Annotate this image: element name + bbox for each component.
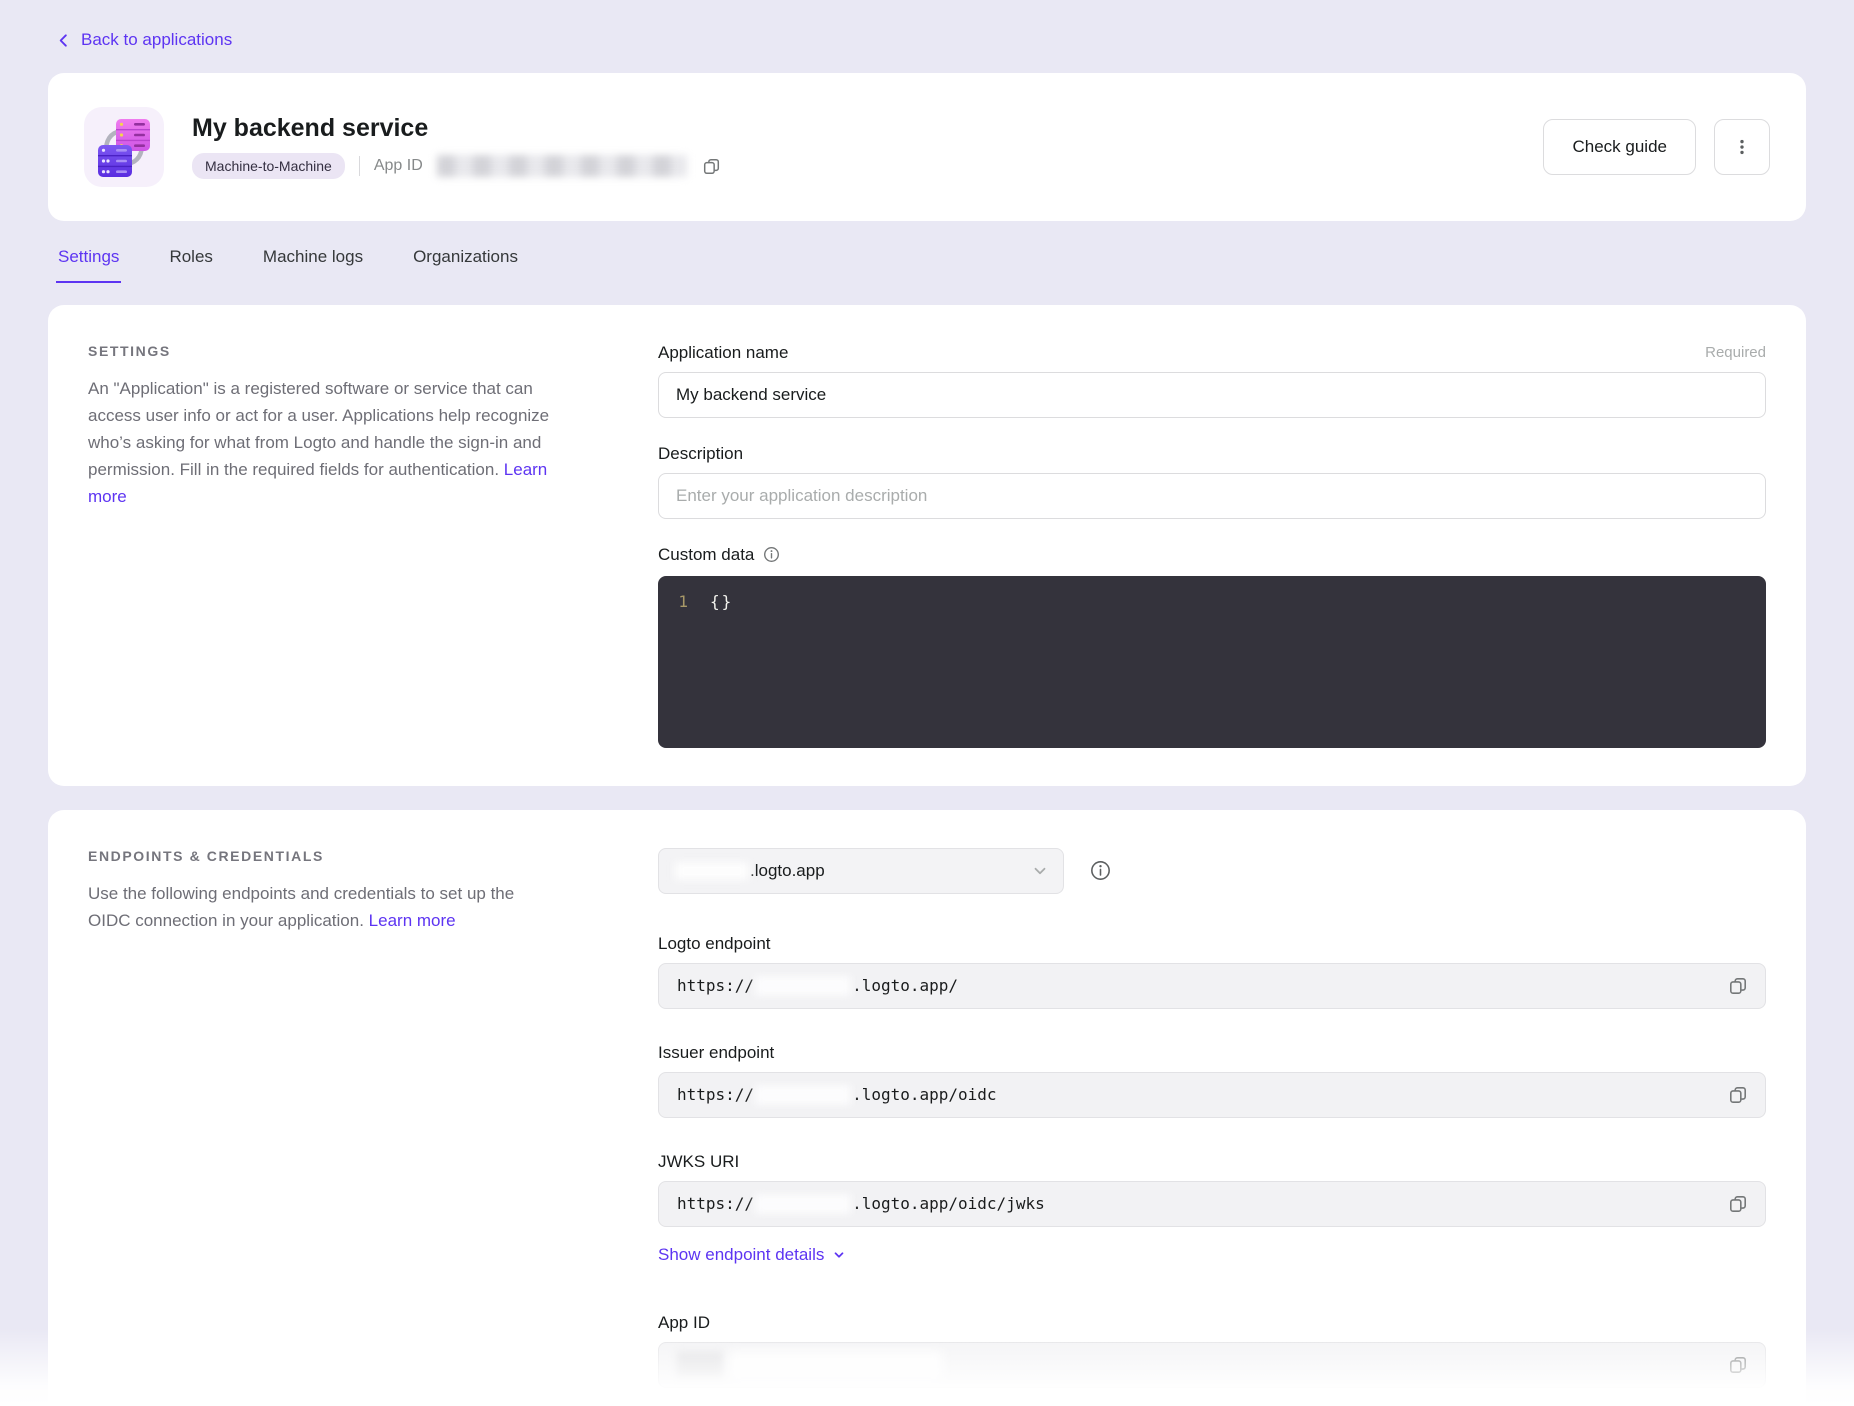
app-type-badge: Machine-to-Machine [192,153,345,179]
application-name-label: Application name [658,343,788,363]
app-id-field-label: App ID [658,1313,1766,1333]
copy-logto-endpoint-button[interactable] [1727,975,1749,997]
endpoint-suffix: .logto.app/ [852,976,958,995]
endpoints-section-card: ENDPOINTS & CREDENTIALS Use the followin… [48,810,1806,1406]
chevron-down-icon [1031,862,1049,880]
endpoints-section-heading: ENDPOINTS & CREDENTIALS [88,848,558,864]
header-actions: Check guide [1543,119,1770,175]
machine-to-machine-app-icon [84,107,164,187]
settings-section-intro: SETTINGS An "Application" is a registere… [88,343,558,748]
settings-section-heading: SETTINGS [88,343,558,359]
copy-jwks-uri-button[interactable] [1727,1193,1749,1215]
endpoints-section-intro: ENDPOINTS & CREDENTIALS Use the followin… [88,848,558,1406]
back-link-label: Back to applications [81,30,232,50]
app-id-redacted-value [437,155,687,177]
logto-endpoint-field: https:// .logto.app/ [658,963,1766,1009]
show-endpoint-details-link[interactable]: Show endpoint details [658,1245,1766,1265]
app-id-redacted-value [677,1352,723,1378]
endpoint-suffix: .logto.app/oidc [852,1085,997,1104]
copy-icon [1729,1356,1747,1374]
more-actions-button[interactable] [1714,119,1770,175]
check-guide-button[interactable]: Check guide [1543,119,1696,175]
show-endpoint-details-label: Show endpoint details [658,1245,824,1265]
jwks-uri-label: JWKS URI [658,1152,1766,1172]
page-container: Back to applications [0,0,1854,1406]
custom-data-code-editor[interactable]: 1 {} [658,576,1766,748]
app-meta-row: Machine-to-Machine App ID [192,153,1515,179]
logto-endpoint-label: Logto endpoint [658,934,1766,954]
app-header-main: My backend service Machine-to-Machine Ap… [192,114,1515,179]
tab-roles[interactable]: Roles [167,247,214,283]
app-id-label: App ID [374,157,423,175]
endpoint-suffix: .logto.app/oidc/jwks [852,1194,1045,1213]
endpoint-redacted-subdomain [755,1085,851,1105]
chevron-left-icon [56,33,71,48]
copy-icon [1729,1086,1747,1104]
endpoints-section-description: Use the following endpoints and credenti… [88,880,558,934]
endpoint-redacted-subdomain [755,1194,851,1214]
settings-description-text: An "Application" is a registered softwar… [88,379,549,479]
endpoint-prefix: https:// [677,976,754,995]
app-id-redacted-value [729,1351,943,1379]
description-label: Description [658,444,743,464]
kebab-menu-icon [1733,138,1751,156]
chevron-down-icon [832,1248,846,1262]
endpoints-learn-more-link[interactable]: Learn more [369,911,456,930]
back-to-applications-link[interactable]: Back to applications [56,30,232,50]
settings-section-card: SETTINGS An "Application" is a registere… [48,305,1806,786]
copy-app-id-field-button[interactable] [1727,1354,1749,1376]
app-id-field [658,1342,1766,1388]
settings-section-description: An "Application" is a registered softwar… [88,375,558,510]
logto-endpoint-group: Logto endpoint https:// .logto.app/ [658,934,1766,1009]
copy-icon [1729,1195,1747,1213]
domain-suffix: .logto.app [750,861,825,881]
app-id-group: App ID [658,1313,1766,1388]
jwks-uri-field: https:// .logto.app/oidc/jwks [658,1181,1766,1227]
endpoint-prefix: https:// [677,1085,754,1104]
application-name-input[interactable] [658,372,1766,418]
meta-divider [359,156,360,176]
page-title: My backend service [192,114,1515,143]
editor-line-number: 1 [658,592,710,732]
copy-icon [703,158,720,175]
domain-select[interactable]: .logto.app [658,848,1064,894]
jwks-uri-group: JWKS URI https:// .logto.app/oidc/jwks [658,1152,1766,1227]
custom-data-info-icon[interactable] [763,546,780,563]
domain-redacted-prefix [675,862,749,880]
copy-app-id-button[interactable] [701,156,722,177]
tab-settings[interactable]: Settings [56,247,121,283]
required-indicator: Required [1705,344,1766,361]
tab-machine-logs[interactable]: Machine logs [261,247,365,283]
endpoint-redacted-subdomain [755,976,851,996]
endpoint-prefix: https:// [677,1194,754,1213]
back-row: Back to applications [48,0,1806,73]
issuer-endpoint-label: Issuer endpoint [658,1043,1766,1063]
copy-icon [1729,977,1747,995]
settings-form: Application name Required Description Cu… [658,343,1766,748]
tab-bar: Settings Roles Machine logs Organization… [56,247,1806,283]
issuer-endpoint-group: Issuer endpoint https:// .logto.app/oidc [658,1043,1766,1118]
endpoints-form: .logto.app Logto endpoint https:// [658,848,1766,1406]
editor-code-content: {} [710,592,733,732]
custom-data-label: Custom data [658,545,754,565]
domain-info-icon[interactable] [1090,860,1111,881]
app-header-card: My backend service Machine-to-Machine Ap… [48,73,1806,221]
issuer-endpoint-field: https:// .logto.app/oidc [658,1072,1766,1118]
copy-issuer-endpoint-button[interactable] [1727,1084,1749,1106]
tab-organizations[interactable]: Organizations [411,247,520,283]
description-input[interactable] [658,473,1766,519]
